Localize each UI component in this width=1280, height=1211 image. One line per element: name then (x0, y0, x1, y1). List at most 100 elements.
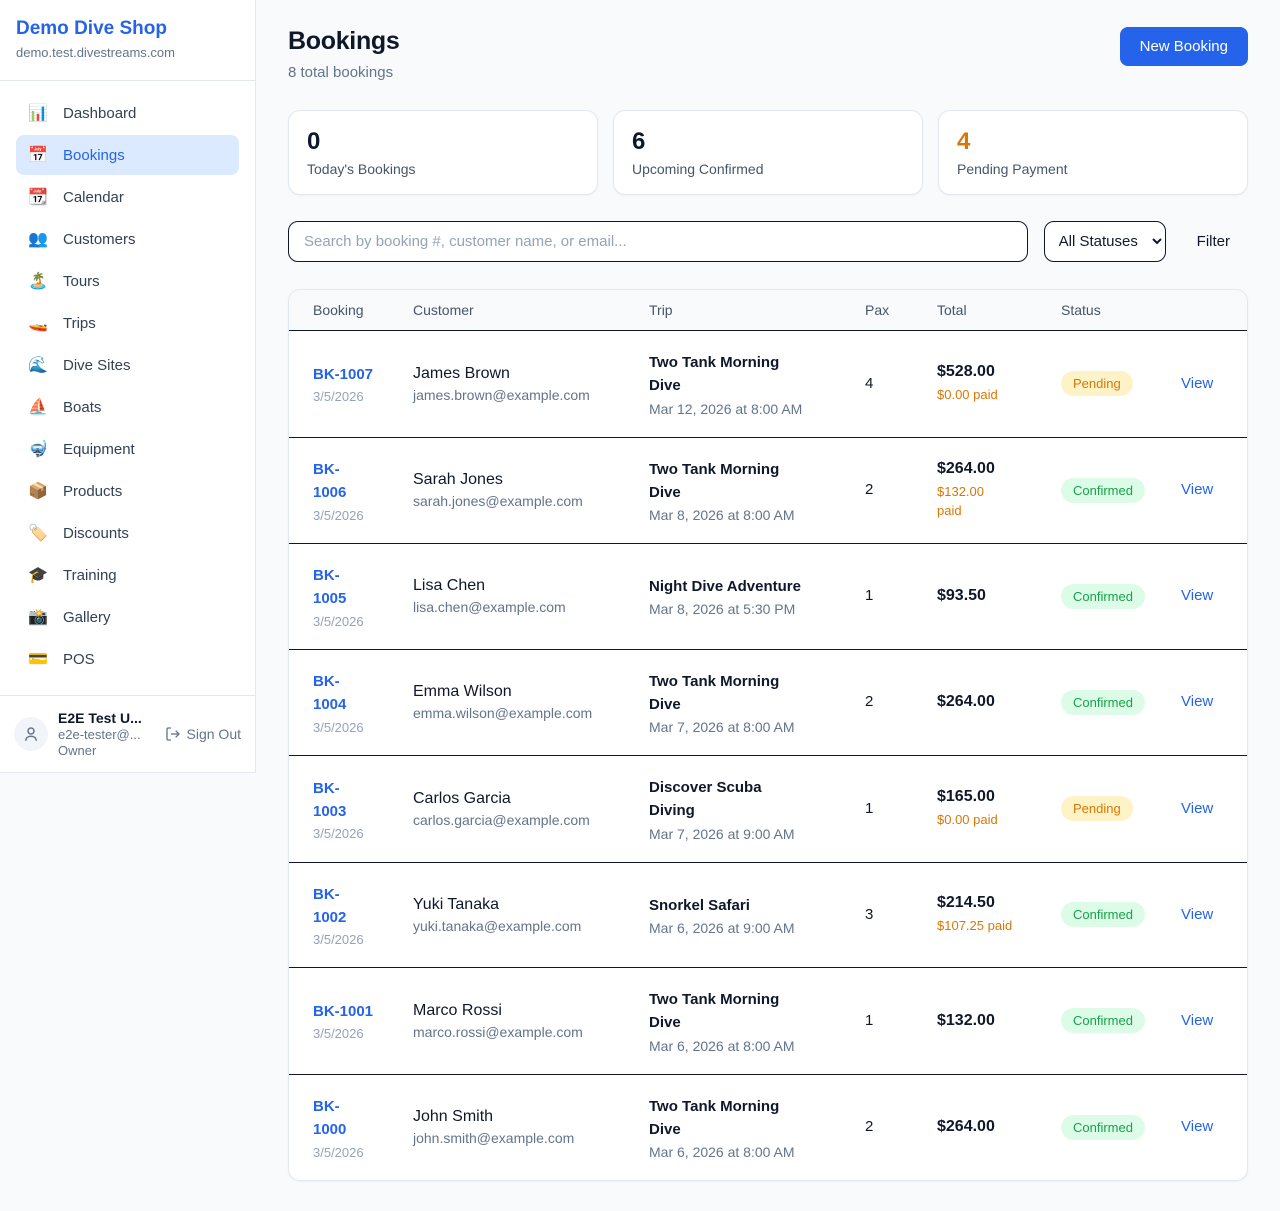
speedboat-icon: 🚤 (28, 313, 48, 333)
view-link[interactable]: View (1181, 800, 1213, 817)
booking-date: 3/5/2026 (313, 389, 389, 404)
sidebar-item-training[interactable]: 🎓 Training (16, 555, 239, 595)
table-header-row: Booking Customer Trip Pax Total Status (289, 290, 1247, 331)
graduation-cap-icon: 🎓 (28, 565, 48, 585)
stat-value: 6 (632, 128, 904, 156)
customer-name: Emma Wilson (413, 683, 625, 701)
shop-domain: demo.test.divestreams.com (16, 45, 239, 60)
stats-row: 0 Today's Bookings 6 Upcoming Confirmed … (288, 110, 1248, 195)
package-icon: 📦 (28, 481, 48, 501)
island-icon: 🏝️ (28, 271, 48, 291)
total-amount: $264.00 (937, 1118, 1037, 1136)
booking-date: 3/5/2026 (313, 932, 389, 947)
booking-id-link[interactable]: BK- 1006 (313, 458, 389, 505)
status-badge: Confirmed (1061, 478, 1145, 503)
view-link[interactable]: View (1181, 1012, 1213, 1029)
view-link[interactable]: View (1181, 481, 1213, 498)
status-filter-select[interactable]: All Statuses (1044, 221, 1166, 262)
status-badge: Confirmed (1061, 902, 1145, 927)
sidebar-item-boats[interactable]: ⛵ Boats (16, 387, 239, 427)
page-subtitle: 8 total bookings (288, 64, 400, 81)
customer-name: John Smith (413, 1108, 625, 1126)
view-link[interactable]: View (1181, 1118, 1213, 1135)
booking-id-link[interactable]: BK-1007 (313, 363, 389, 386)
view-link[interactable]: View (1181, 587, 1213, 604)
trip-datetime: Mar 12, 2026 at 8:00 AM (649, 401, 841, 417)
table-row: BK- 1000 3/5/2026 John Smith john.smith@… (289, 1074, 1247, 1180)
customer-name: Marco Rossi (413, 1002, 625, 1020)
customer-email: carlos.garcia@example.com (413, 812, 625, 828)
sidebar-item-calendar[interactable]: 📆 Calendar (16, 177, 239, 217)
total-amount: $264.00 (937, 460, 1037, 478)
column-header-pax: Pax (853, 290, 925, 331)
sailboat-icon: ⛵ (28, 397, 48, 417)
view-link[interactable]: View (1181, 906, 1213, 923)
user-icon (22, 725, 40, 743)
stat-value: 4 (957, 128, 1229, 156)
booking-id-link[interactable]: BK- 1002 (313, 883, 389, 930)
customer-name: Sarah Jones (413, 471, 625, 489)
table-row: BK- 1006 3/5/2026 Sarah Jones sarah.jone… (289, 437, 1247, 544)
pax-count: 4 (865, 375, 873, 392)
sidebar-item-dashboard[interactable]: 📊 Dashboard (16, 93, 239, 133)
status-badge: Pending (1061, 371, 1133, 396)
table-row: BK- 1002 3/5/2026 Yuki Tanaka yuki.tanak… (289, 862, 1247, 968)
paid-amount: $0.00 paid (937, 385, 1037, 405)
filter-button[interactable]: Filter (1197, 233, 1230, 250)
booking-id-link[interactable]: BK-1001 (313, 1000, 389, 1023)
booking-id-link[interactable]: BK- 1004 (313, 670, 389, 717)
stat-value: 0 (307, 128, 579, 156)
status-badge: Confirmed (1061, 1008, 1145, 1033)
booking-id-link[interactable]: BK- 1003 (313, 777, 389, 824)
sidebar-item-discounts[interactable]: 🏷️ Discounts (16, 513, 239, 553)
sidebar-item-equipment[interactable]: 🤿 Equipment (16, 429, 239, 469)
trip-datetime: Mar 8, 2026 at 5:30 PM (649, 601, 841, 617)
sidebar-item-bookings[interactable]: 📅 Bookings (16, 135, 239, 175)
trip-name: Two Tank Morning Dive (649, 458, 841, 505)
sidebar-item-customers[interactable]: 👥 Customers (16, 219, 239, 259)
sign-out-label: Sign Out (187, 726, 241, 742)
user-name: E2E Test U... (58, 710, 155, 726)
total-amount: $264.00 (937, 693, 1037, 711)
booking-date: 3/5/2026 (313, 1026, 389, 1041)
sidebar-item-gallery[interactable]: 📸 Gallery (16, 597, 239, 637)
new-booking-button[interactable]: New Booking (1120, 27, 1248, 66)
sign-out-button[interactable]: Sign Out (165, 726, 241, 742)
customer-email: marco.rossi@example.com (413, 1024, 625, 1040)
view-link[interactable]: View (1181, 693, 1213, 710)
trip-name: Snorkel Safari (649, 894, 841, 917)
label-tag-icon: 🏷️ (28, 523, 48, 543)
trip-name: Two Tank Morning Dive (649, 988, 841, 1035)
view-link[interactable]: View (1181, 375, 1213, 392)
stat-label: Pending Payment (957, 161, 1229, 177)
user-info: E2E Test U... e2e-tester@... Owner (58, 710, 155, 758)
booking-date: 3/5/2026 (313, 720, 389, 735)
sidebar-item-pos[interactable]: 💳 POS (16, 639, 239, 679)
page-header-text: Bookings 8 total bookings (288, 27, 400, 81)
booking-id-link[interactable]: BK- 1005 (313, 564, 389, 611)
stat-label: Upcoming Confirmed (632, 161, 904, 177)
sidebar-nav: 📊 Dashboard 📅 Bookings 📆 Calendar 👥 Cust… (0, 81, 255, 695)
user-email: e2e-tester@... (58, 727, 155, 742)
booking-id-link[interactable]: BK- 1000 (313, 1095, 389, 1142)
sidebar-item-trips[interactable]: 🚤 Trips (16, 303, 239, 343)
trip-datetime: Mar 8, 2026 at 8:00 AM (649, 507, 841, 523)
customer-email: john.smith@example.com (413, 1130, 625, 1146)
trip-name: Two Tank Morning Dive (649, 670, 841, 717)
customer-name: Carlos Garcia (413, 790, 625, 808)
sidebar-item-products[interactable]: 📦 Products (16, 471, 239, 511)
main-content: Bookings 8 total bookings New Booking 0 … (256, 0, 1280, 1211)
column-header-status: Status (1049, 290, 1169, 331)
shop-header: Demo Dive Shop demo.test.divestreams.com (0, 0, 255, 81)
page-title: Bookings (288, 27, 400, 56)
total-amount: $132.00 (937, 1012, 1037, 1030)
booking-date: 3/5/2026 (313, 1145, 389, 1160)
search-input[interactable] (288, 221, 1028, 262)
diving-mask-icon: 🤿 (28, 439, 48, 459)
sidebar-item-tours[interactable]: 🏝️ Tours (16, 261, 239, 301)
sidebar: Demo Dive Shop demo.test.divestreams.com… (0, 0, 256, 773)
trip-name: Two Tank Morning Dive (649, 351, 841, 398)
pax-count: 1 (865, 587, 873, 604)
sidebar-item-dive-sites[interactable]: 🌊 Dive Sites (16, 345, 239, 385)
page-header: Bookings 8 total bookings New Booking (288, 27, 1248, 81)
